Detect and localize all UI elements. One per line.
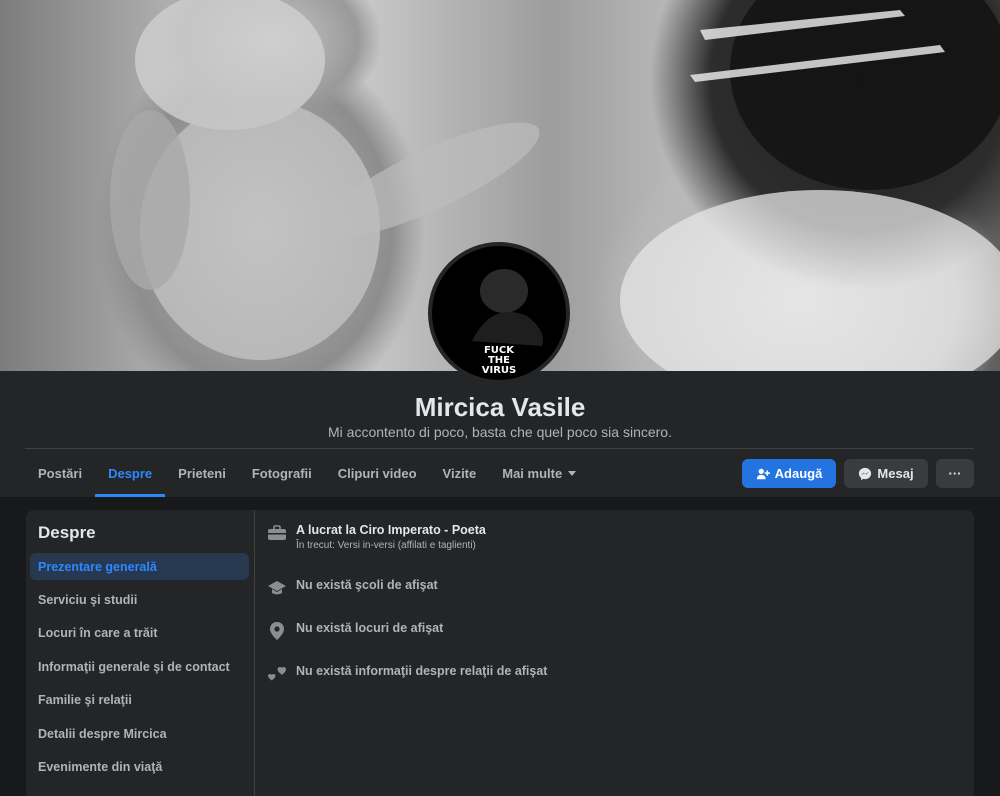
tab-label: Prieteni bbox=[178, 465, 226, 481]
add-friend-label: Adaugă bbox=[774, 466, 823, 481]
tab-label: Clipuri video bbox=[337, 465, 417, 481]
about-title: Despre bbox=[38, 523, 96, 542]
avatar-caption: FUCK THE VIRUS bbox=[432, 346, 566, 376]
graduation-cap-icon bbox=[266, 577, 288, 599]
briefcase-icon bbox=[266, 522, 288, 544]
chevron-down-icon bbox=[568, 470, 577, 476]
about-nav-item-family[interactable]: Familie şi relaţii bbox=[30, 686, 249, 713]
profile-name: Mircica Vasile bbox=[414, 392, 586, 422]
about-nav-label: Informaţii generale şi de contact bbox=[38, 659, 230, 674]
tab-postari[interactable]: Postări bbox=[25, 449, 95, 497]
places-empty-text: Nu există locuri de afişat bbox=[296, 621, 444, 635]
about-nav-label: Serviciu şi studii bbox=[38, 592, 138, 607]
tab-label: Vizite bbox=[442, 465, 477, 481]
tab-label: Mai multe bbox=[502, 465, 563, 481]
profile-actions: Adaugă Mesaj ··· bbox=[742, 459, 974, 488]
work-row: A lucrat la Ciro Imperato - Poeta În tre… bbox=[266, 522, 486, 551]
about-nav-item-life-events[interactable]: Evenimente din viaţă bbox=[30, 753, 249, 780]
about-nav-item-places-lived[interactable]: Locuri în care a trăit bbox=[30, 619, 249, 646]
more-options-icon: ··· bbox=[948, 466, 962, 481]
about-nav-item-contact-info[interactable]: Informaţii generale şi de contact bbox=[30, 653, 249, 680]
relationship-empty-text: Nu există informaţii despre relaţii de a… bbox=[296, 664, 548, 678]
tab-fotografii[interactable]: Fotografii bbox=[239, 449, 325, 497]
tab-label: Fotografii bbox=[251, 465, 312, 481]
about-nav-label: Locuri în care a trăit bbox=[38, 625, 158, 640]
relationship-row: Nu există informaţii despre relaţii de a… bbox=[266, 663, 547, 685]
work-title[interactable]: A lucrat la Ciro Imperato - Poeta bbox=[296, 522, 486, 538]
location-pin-icon bbox=[266, 620, 288, 642]
about-content: A lucrat la Ciro Imperato - Poeta În tre… bbox=[266, 510, 974, 796]
message-button[interactable]: Mesaj bbox=[844, 459, 928, 488]
about-nav-item-details[interactable]: Detalii despre Mircica bbox=[30, 720, 249, 747]
tab-prieteni[interactable]: Prieteni bbox=[165, 449, 239, 497]
hearts-icon bbox=[266, 663, 288, 685]
avatar-caption-line: VIRUS bbox=[481, 365, 517, 376]
messenger-icon bbox=[859, 467, 872, 480]
more-options-button[interactable]: ··· bbox=[936, 459, 974, 488]
tab-vizite[interactable]: Vizite bbox=[430, 449, 490, 497]
profile-bio: Mi accontento di poco, basta che quel po… bbox=[328, 424, 672, 440]
tab-label: Postări bbox=[38, 465, 83, 481]
work-subtitle: În trecut: Versi in-versi (affilati e ta… bbox=[296, 540, 476, 551]
about-nav-label: Familie şi relaţii bbox=[38, 692, 132, 707]
about-nav-label: Prezentare generală bbox=[38, 559, 157, 574]
about-nav-label: Evenimente din viaţă bbox=[38, 759, 163, 774]
about-nav-item-overview[interactable]: Prezentare generală bbox=[30, 553, 249, 580]
person-add-icon bbox=[756, 468, 770, 479]
message-label: Mesaj bbox=[877, 466, 914, 481]
profile-tabs: Postări Despre Prieteni Fotografii Clipu… bbox=[25, 449, 589, 497]
profile-avatar[interactable]: FUCK THE VIRUS bbox=[428, 242, 570, 384]
about-nav: Despre Prezentare generală Serviciu şi s… bbox=[26, 510, 255, 796]
about-card: Despre Prezentare generală Serviciu şi s… bbox=[26, 510, 974, 796]
places-row: Nu există locuri de afişat bbox=[266, 620, 443, 642]
about-nav-label: Detalii despre Mircica bbox=[38, 726, 167, 741]
school-empty-text: Nu există şcoli de afişat bbox=[296, 578, 438, 592]
tab-despre[interactable]: Despre bbox=[95, 449, 166, 497]
about-nav-item-work-education[interactable]: Serviciu şi studii bbox=[30, 586, 249, 613]
tab-clipuri-video[interactable]: Clipuri video bbox=[325, 449, 430, 497]
tab-mai-multe[interactable]: Mai multe bbox=[489, 449, 589, 497]
school-row: Nu există şcoli de afişat bbox=[266, 577, 438, 599]
tab-label: Despre bbox=[108, 465, 153, 481]
add-friend-button[interactable]: Adaugă bbox=[742, 459, 836, 488]
